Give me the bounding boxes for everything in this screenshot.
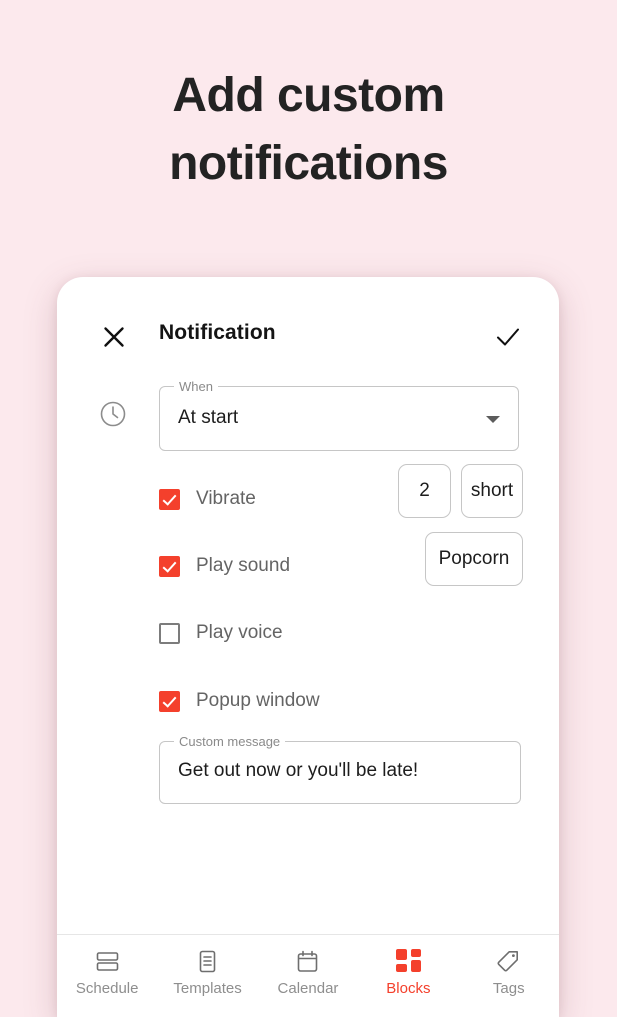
chip-vibrate-count[interactable]: 2 <box>398 464 451 518</box>
nav-item-tags[interactable]: Tags <box>462 947 556 997</box>
checkbox-popup-window[interactable] <box>159 690 180 712</box>
page-title: Add custom notifications <box>0 62 617 198</box>
checkbox-row-play-voice[interactable]: Play voice <box>159 620 283 646</box>
app-bar: Notification <box>57 308 559 370</box>
checkmark-icon[interactable] <box>491 320 525 354</box>
tag-icon <box>496 947 521 975</box>
phone-mockup: Notification When At start Vibrate 2 sho… <box>57 277 559 1017</box>
custom-message-field[interactable]: Custom message Get out now or you'll be … <box>159 734 521 804</box>
chip-sound-name[interactable]: Popcorn <box>425 532 523 586</box>
close-x-icon[interactable] <box>97 320 131 354</box>
custom-message-label: Custom message <box>174 734 286 750</box>
calendar-icon <box>295 947 320 975</box>
stacked-rows-icon <box>95 947 120 975</box>
chip-vibrate-count-value: 2 <box>419 480 430 501</box>
nav-item-calendar[interactable]: Calendar <box>261 947 355 997</box>
nav-label-templates: Templates <box>173 980 242 997</box>
clock-icon <box>99 400 127 428</box>
chip-vibrate-length[interactable]: short <box>461 464 523 518</box>
checkbox-label-vibrate: Vibrate <box>196 488 256 509</box>
checkbox-label-popup-window: Popup window <box>196 690 320 711</box>
nav-label-blocks: Blocks <box>386 980 431 997</box>
checkbox-row-popup-window[interactable]: Popup window <box>159 688 320 714</box>
checkbox-vibrate[interactable] <box>159 488 180 510</box>
when-dropdown[interactable]: When At start <box>159 379 519 451</box>
page-title-line-1: Add custom <box>172 69 445 122</box>
document-lines-icon <box>195 947 220 975</box>
nav-label-tags: Tags <box>492 980 525 997</box>
checkbox-label-play-sound: Play sound <box>196 555 291 576</box>
when-dropdown-value: At start <box>178 407 239 428</box>
checkbox-row-play-sound[interactable]: Play sound <box>159 553 290 579</box>
page-title-line-2: notifications <box>169 137 448 190</box>
custom-message-value: Get out now or you'll be late! <box>178 760 419 781</box>
checkbox-play-sound[interactable] <box>159 555 180 577</box>
nav-label-calendar: Calendar <box>277 980 339 997</box>
nav-item-blocks[interactable]: Blocks <box>361 947 455 997</box>
screen-title: Notification <box>159 321 276 344</box>
bottom-navigation: Schedule Templates Calendar Blocks Tags <box>57 934 559 1017</box>
chevron-down-icon[interactable] <box>486 416 500 423</box>
chip-vibrate-length-value: short <box>470 480 514 501</box>
nav-item-templates[interactable]: Templates <box>161 947 255 997</box>
checkbox-row-vibrate[interactable]: Vibrate <box>159 486 256 512</box>
blocks-grid-icon <box>395 947 421 975</box>
nav-label-schedule: Schedule <box>75 980 139 997</box>
checkbox-label-play-voice: Play voice <box>196 622 283 643</box>
chip-sound-name-value: Popcorn <box>438 548 510 569</box>
checkbox-play-voice[interactable] <box>159 622 180 644</box>
nav-item-schedule[interactable]: Schedule <box>60 947 154 997</box>
when-dropdown-label: When <box>174 379 218 395</box>
